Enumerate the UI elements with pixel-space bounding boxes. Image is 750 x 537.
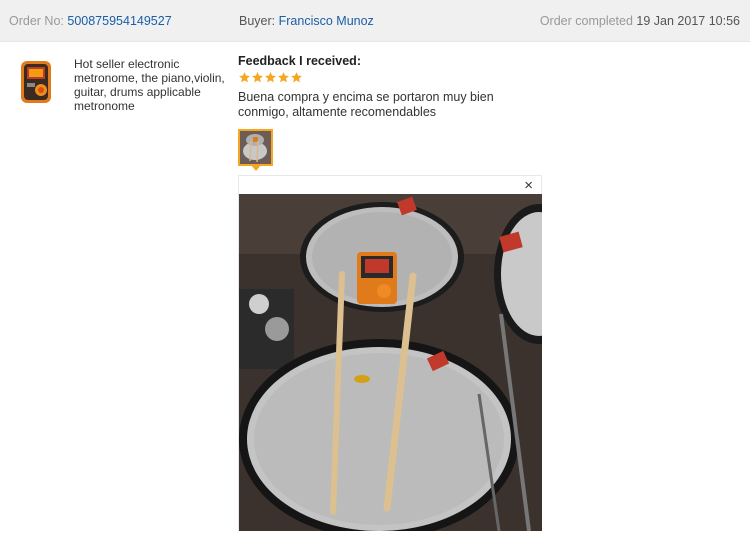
buyer-name-link[interactable]: Francisco Munoz [279, 14, 374, 28]
order-number-label: Order No: [9, 14, 64, 28]
feedback-block: Feedback I received: Buena compra y enci… [238, 54, 558, 120]
feedback-text: Buena compra y encima se portaron muy bi… [238, 90, 494, 119]
order-number-link[interactable]: 500875954149527 [67, 14, 171, 28]
rating-stars [238, 71, 558, 87]
buyer-label: Buyer: [239, 14, 276, 28]
drum-kit-photo [239, 194, 542, 531]
order-status: Order completed 19 Jan 2017 10:56 [540, 14, 740, 28]
photo-viewer: × [238, 175, 542, 531]
close-icon[interactable]: × [524, 178, 533, 194]
product-title[interactable]: Hot seller electronic metronome, the pia… [74, 57, 230, 113]
order-number: Order No: 500875954149527 [9, 14, 172, 28]
order-status-label: Order completed [539, 14, 633, 28]
star-icon [239, 72, 250, 83]
order-status-date: 19 Jan 2017 10:56 [636, 14, 740, 28]
feedback-photo-thumbnail[interactable] [238, 129, 273, 166]
star-icon [265, 72, 276, 83]
order-header: Order No: 500875954149527 Buyer: Francis… [0, 0, 750, 42]
feedback-heading: Feedback I received: [238, 54, 361, 68]
thumbnail-pointer [251, 165, 261, 171]
buyer: Buyer: Francisco Munoz [239, 14, 374, 28]
star-icon [252, 72, 263, 83]
star-icon [278, 72, 289, 83]
metronome-product-image[interactable] [18, 57, 58, 107]
star-icon [291, 72, 302, 83]
